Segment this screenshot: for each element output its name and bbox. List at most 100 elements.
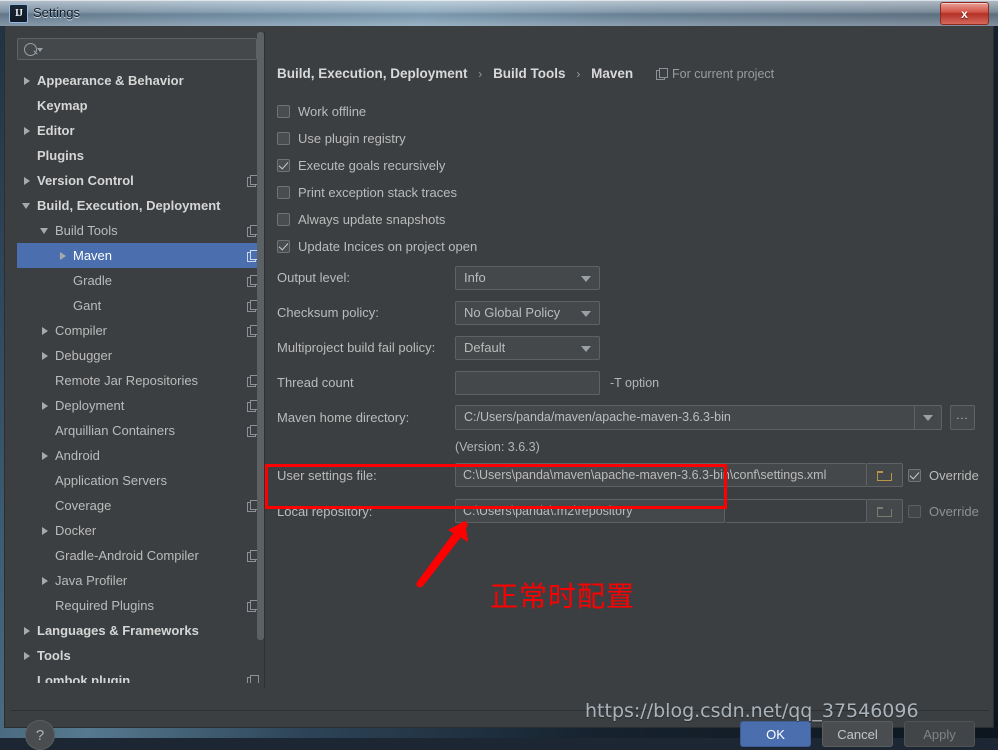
multiproject-fail-policy-select[interactable]: Default <box>455 336 600 360</box>
sidebar-item-build-tools[interactable]: Build Tools <box>17 218 264 243</box>
chevron-right-icon[interactable] <box>21 618 35 643</box>
local-repository-browse-button[interactable] <box>867 499 903 523</box>
chevron-right-icon[interactable] <box>21 643 35 668</box>
maven-home-browse-button[interactable]: ... <box>950 405 975 430</box>
settings-window: IJ Settings x Appearance & BehaviorKeyma… <box>0 0 998 732</box>
output-level-select[interactable]: Info <box>455 266 600 290</box>
thread-count-label: Thread count <box>277 373 354 393</box>
sidebar-item-java-profiler[interactable]: Java Profiler <box>17 568 264 593</box>
checkbox-box[interactable] <box>277 105 290 118</box>
thread-count-input[interactable] <box>455 371 600 395</box>
checkbox-print-exception-stack-traces[interactable]: Print exception stack traces <box>277 183 457 203</box>
sidebar-scrollbar[interactable] <box>257 32 264 647</box>
checkbox-box[interactable] <box>277 240 290 253</box>
sidebar-item-keymap[interactable]: Keymap <box>17 93 264 118</box>
sidebar-item-arquillian-containers[interactable]: Arquillian Containers <box>17 418 264 443</box>
settings-tree[interactable]: Appearance & BehaviorKeymapEditorPlugins… <box>17 68 264 683</box>
chevron-right-icon[interactable] <box>39 343 53 368</box>
sidebar-item-version-control[interactable]: Version Control <box>17 168 264 193</box>
chevron-right-icon[interactable] <box>57 243 71 268</box>
sidebar-item-build-execution-deployment[interactable]: Build, Execution, Deployment <box>17 193 264 218</box>
sidebar-item-label: Build, Execution, Deployment <box>37 193 220 218</box>
sidebar-item-label: Editor <box>37 118 75 143</box>
sidebar-item-label: Version Control <box>37 168 134 193</box>
chevron-down-icon[interactable] <box>914 406 941 429</box>
breadcrumb-part-1[interactable]: Build, Execution, Deployment <box>277 66 468 81</box>
sidebar-item-maven[interactable]: Maven <box>17 243 264 268</box>
sidebar-item-label: Languages & Frameworks <box>37 618 199 643</box>
window-title: Settings <box>33 4 80 22</box>
sidebar-item-remote-jar-repositories[interactable]: Remote Jar Repositories <box>17 368 264 393</box>
sidebar-item-languages-frameworks[interactable]: Languages & Frameworks <box>17 618 264 643</box>
override-label: Override <box>929 468 979 483</box>
sidebar-item-gant[interactable]: Gant <box>17 293 264 318</box>
close-button[interactable]: x <box>940 2 989 25</box>
checkbox-label: Print exception stack traces <box>298 185 457 200</box>
checkbox-box[interactable] <box>277 186 290 199</box>
sidebar-item-label: Deployment <box>55 393 124 418</box>
sidebar-item-editor[interactable]: Editor <box>17 118 264 143</box>
sidebar-item-label: Docker <box>55 518 96 543</box>
thread-count-suffix: -T option <box>610 374 659 392</box>
checkbox-box[interactable] <box>277 213 290 226</box>
sidebar-item-application-servers[interactable]: Application Servers <box>17 468 264 493</box>
checksum-policy-select[interactable]: No Global Policy <box>455 301 600 325</box>
intellij-idea-icon: IJ <box>9 4 28 23</box>
checkbox-box[interactable] <box>908 469 921 482</box>
search-input[interactable] <box>17 38 257 60</box>
chevron-down-icon[interactable] <box>21 193 35 218</box>
chevron-right-icon[interactable] <box>21 118 35 143</box>
sidebar-item-deployment[interactable]: Deployment <box>17 393 264 418</box>
sidebar-item-label: Appearance & Behavior <box>37 68 184 93</box>
sidebar-item-label: Required Plugins <box>55 593 154 618</box>
sidebar-item-docker[interactable]: Docker <box>17 518 264 543</box>
chevron-right-icon[interactable] <box>39 393 53 418</box>
sidebar-item-coverage[interactable]: Coverage <box>17 493 264 518</box>
checkbox-update-indices-on-project-open[interactable]: Update Incices on project open <box>277 237 477 257</box>
sidebar-item-gradle-android-compiler[interactable]: Gradle-Android Compiler <box>17 543 264 568</box>
apply-button[interactable]: Apply <box>904 721 975 747</box>
checkbox-box[interactable] <box>277 132 290 145</box>
ok-button[interactable]: OK <box>740 721 811 747</box>
chevron-right-icon[interactable] <box>39 443 53 468</box>
sidebar-item-debugger[interactable]: Debugger <box>17 343 264 368</box>
local-repository-input-filler <box>725 499 867 523</box>
chevron-right-icon[interactable] <box>21 168 35 193</box>
sidebar-item-compiler[interactable]: Compiler <box>17 318 264 343</box>
breadcrumb-part-2[interactable]: Build Tools <box>493 66 566 81</box>
chevron-right-icon[interactable] <box>39 518 53 543</box>
checkbox-always-update-snapshots[interactable]: Always update snapshots <box>277 210 445 230</box>
help-button[interactable]: ? <box>25 720 55 750</box>
cancel-button[interactable]: Cancel <box>822 721 893 747</box>
sidebar-item-android[interactable]: Android <box>17 443 264 468</box>
chevron-right-icon[interactable] <box>39 568 53 593</box>
sidebar-item-lombok-plugin[interactable]: Lombok plugin <box>17 668 264 683</box>
chevron-right-icon[interactable] <box>39 318 53 343</box>
chevron-right-icon[interactable] <box>21 68 35 93</box>
sidebar-item-required-plugins[interactable]: Required Plugins <box>17 593 264 618</box>
checkbox-execute-goals-recursively[interactable]: Execute goals recursively <box>277 156 445 176</box>
sidebar-item-plugins[interactable]: Plugins <box>17 143 264 168</box>
folder-icon <box>877 507 892 517</box>
sidebar-scrollbar-thumb[interactable] <box>257 32 264 640</box>
breadcrumb-part-3[interactable]: Maven <box>591 66 633 81</box>
checksum-policy-label: Checksum policy: <box>277 303 379 323</box>
local-repository-input[interactable]: C:\Users\panda\.m2\repository <box>455 499 725 523</box>
local-repository-override-checkbox[interactable]: Override <box>908 502 979 522</box>
user-settings-override-checkbox[interactable]: Override <box>908 466 979 486</box>
checkbox-use-plugin-registry[interactable]: Use plugin registry <box>277 129 406 149</box>
sidebar-item-gradle[interactable]: Gradle <box>17 268 264 293</box>
checkbox-label: Update Incices on project open <box>298 239 477 254</box>
maven-home-combo[interactable]: C:/Users/panda/maven/apache-maven-3.6.3-… <box>455 405 942 430</box>
copy-settings-icon <box>247 675 258 683</box>
checkbox-work-offline[interactable]: Work offline <box>277 102 366 122</box>
checkbox-box[interactable] <box>908 505 921 518</box>
sidebar-item-tools[interactable]: Tools <box>17 643 264 668</box>
maven-home-label: Maven home directory: <box>277 408 409 428</box>
chevron-down-icon[interactable] <box>39 218 53 243</box>
user-settings-browse-button[interactable] <box>867 463 903 487</box>
user-settings-file-input[interactable]: C:\Users\panda\maven\apache-maven-3.6.3-… <box>455 463 867 487</box>
settings-sidebar: Appearance & BehaviorKeymapEditorPlugins… <box>11 32 264 688</box>
checkbox-box[interactable] <box>277 159 290 172</box>
sidebar-item-appearance-behavior[interactable]: Appearance & Behavior <box>17 68 264 93</box>
